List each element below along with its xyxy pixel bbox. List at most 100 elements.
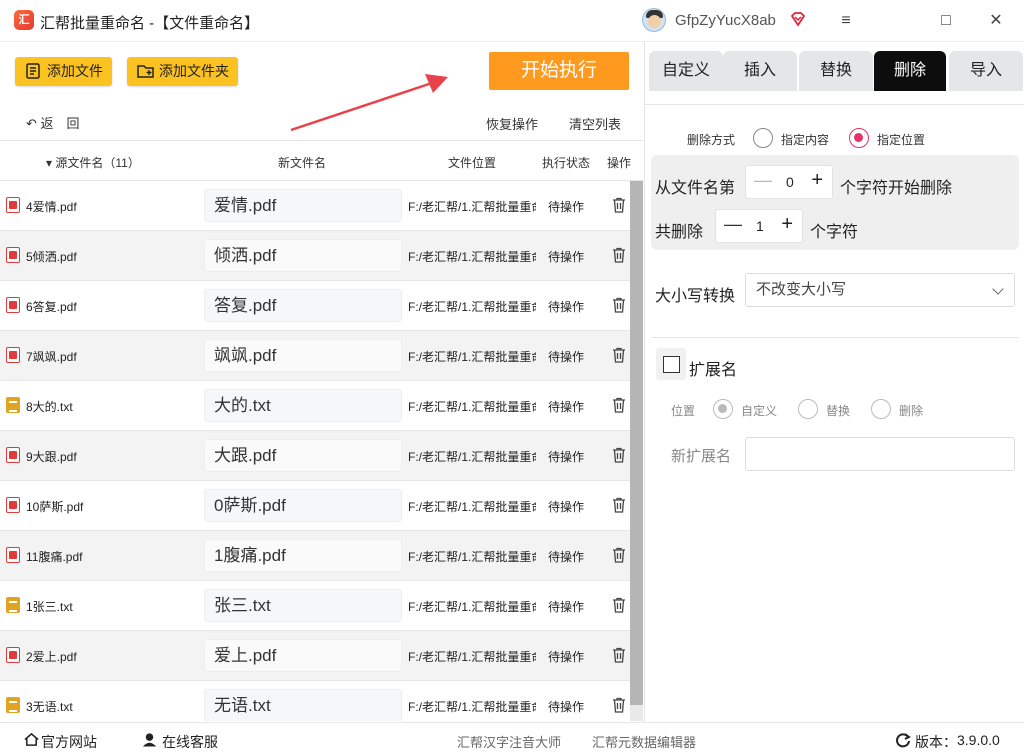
radio-ext-replace-label[interactable]: 替换: [826, 402, 850, 419]
tab-replace[interactable]: 替换: [799, 51, 873, 91]
close-icon[interactable]: ✕: [985, 10, 1007, 32]
add-file-button[interactable]: 添加文件: [15, 57, 112, 86]
table-row[interactable]: 11腹痛.pdf 1腹痛.pdf F:/老汇帮/1.汇帮批量重命 待操作: [0, 531, 630, 581]
new-filename-input[interactable]: 大跟.pdf: [204, 439, 402, 472]
trash-icon[interactable]: [612, 647, 626, 663]
increment-icon[interactable]: +: [811, 169, 823, 192]
new-filename-input[interactable]: 爱上.pdf: [204, 639, 402, 672]
file-location: F:/老汇帮/1.汇帮批量重命: [408, 700, 536, 714]
table-row[interactable]: 2爱上.pdf 爱上.pdf F:/老汇帮/1.汇帮批量重命 待操作: [0, 631, 630, 681]
back-button[interactable]: ↶ 返 回: [26, 113, 80, 132]
increment-icon[interactable]: +: [781, 213, 793, 236]
radio-ext-custom[interactable]: [713, 399, 733, 419]
radio-ext-replace[interactable]: [798, 399, 818, 419]
file-location: F:/老汇帮/1.汇帮批量重命: [408, 250, 536, 264]
tool-metadata-link[interactable]: 汇帮元数据编辑器: [592, 732, 696, 751]
delete-count-value[interactable]: 1: [756, 218, 764, 234]
status-text: 待操作: [548, 650, 585, 664]
delete-count-stepper[interactable]: — 1 +: [715, 209, 803, 243]
new-extension-input[interactable]: [745, 437, 1015, 471]
radio-ext-delete-label[interactable]: 删除: [899, 402, 923, 419]
trash-icon[interactable]: [612, 697, 626, 713]
radio-ext-custom-label[interactable]: 自定义: [741, 402, 777, 419]
status-text: 待操作: [548, 600, 585, 614]
table-row[interactable]: 7飒飒.pdf 飒飒.pdf F:/老汇帮/1.汇帮批量重命 待操作: [0, 331, 630, 381]
radio-content-label[interactable]: 指定内容: [781, 131, 829, 148]
table-row[interactable]: 3无语.txt 无语.txt F:/老汇帮/1.汇帮批量重命 待操作: [0, 681, 630, 721]
pdf-file-icon: [6, 247, 20, 263]
trash-icon[interactable]: [612, 347, 626, 363]
maximize-icon[interactable]: □: [935, 10, 957, 32]
table-row[interactable]: 5倾洒.pdf 倾洒.pdf F:/老汇帮/1.汇帮批量重命 待操作: [0, 231, 630, 281]
header-source[interactable]: ▾ 源文件名（11）: [46, 154, 140, 171]
trash-icon[interactable]: [612, 397, 626, 413]
radio-position-label[interactable]: 指定位置: [877, 131, 925, 148]
table-row[interactable]: 8大的.txt 大的.txt F:/老汇帮/1.汇帮批量重命 待操作: [0, 381, 630, 431]
start-execute-button[interactable]: 开始执行: [489, 52, 629, 90]
case-convert-select[interactable]: 不改变大小写: [745, 273, 1015, 307]
table-row[interactable]: 1张三.txt 张三.txt F:/老汇帮/1.汇帮批量重命 待操作: [0, 581, 630, 631]
tab-import[interactable]: 导入: [949, 51, 1023, 91]
customer-service-icon[interactable]: [142, 731, 157, 747]
chevron-down-icon: [992, 283, 1004, 295]
vip-diamond-icon[interactable]: [790, 11, 806, 27]
menu-icon[interactable]: ≡: [835, 10, 857, 32]
pdf-file-icon: [6, 297, 20, 313]
tab-custom[interactable]: 自定义: [649, 51, 723, 91]
trash-icon[interactable]: [612, 247, 626, 263]
new-filename-input[interactable]: 爱情.pdf: [204, 189, 402, 222]
tab-delete[interactable]: 删除: [874, 51, 946, 91]
table-row[interactable]: 10萨斯.pdf 0萨斯.pdf F:/老汇帮/1.汇帮批量重命 待操作: [0, 481, 630, 531]
trash-icon[interactable]: [612, 597, 626, 613]
new-filename-input[interactable]: 无语.txt: [204, 689, 402, 721]
add-folder-button[interactable]: 添加文件夹: [127, 57, 238, 86]
new-filename-input[interactable]: 张三.txt: [204, 589, 402, 622]
decrement-icon[interactable]: —: [724, 214, 742, 235]
refresh-icon[interactable]: [895, 732, 911, 748]
source-filename: 10萨斯.pdf: [26, 500, 84, 514]
trash-icon[interactable]: [612, 497, 626, 513]
table-row[interactable]: 4爱情.pdf 爱情.pdf F:/老汇帮/1.汇帮批量重命 待操作: [0, 181, 630, 231]
extension-checkbox[interactable]: [663, 356, 680, 373]
window-title: 汇帮批量重命名 -【文件重命名】: [40, 15, 260, 32]
new-filename-input[interactable]: 0萨斯.pdf: [204, 489, 402, 522]
new-filename-input[interactable]: 飒飒.pdf: [204, 339, 402, 372]
header-action: 操作: [607, 156, 632, 170]
header-new-name: 新文件名: [278, 156, 327, 170]
trash-icon[interactable]: [612, 547, 626, 563]
trash-icon[interactable]: [612, 197, 626, 213]
tab-insert[interactable]: 插入: [723, 51, 797, 91]
trash-icon[interactable]: [612, 447, 626, 463]
new-filename-input[interactable]: 答复.pdf: [204, 289, 402, 322]
radio-specified-content[interactable]: [753, 128, 773, 148]
radio-ext-delete[interactable]: [871, 399, 891, 419]
user-avatar[interactable]: [642, 8, 666, 32]
source-filename: 11腹痛.pdf: [26, 550, 83, 564]
trash-icon[interactable]: [612, 297, 626, 313]
table-row[interactable]: 6答复.pdf 答复.pdf F:/老汇帮/1.汇帮批量重命 待操作: [0, 281, 630, 331]
start-position-value[interactable]: 0: [786, 174, 794, 190]
tool-pinyin-link[interactable]: 汇帮汉字注音大师: [457, 732, 561, 751]
restore-button[interactable]: 恢复操作: [486, 114, 538, 133]
scrollbar-thumb[interactable]: [630, 181, 643, 705]
radio-specified-position[interactable]: [849, 128, 869, 148]
table-row[interactable]: 9大跟.pdf 大跟.pdf F:/老汇帮/1.汇帮批量重命 待操作: [0, 431, 630, 481]
extension-checkbox-wrap[interactable]: [656, 348, 686, 380]
source-filename: 7飒飒.pdf: [26, 350, 77, 364]
decrement-icon[interactable]: —: [754, 170, 772, 191]
status-text: 待操作: [548, 450, 585, 464]
home-icon[interactable]: [24, 732, 39, 747]
status-bar: 官方网站 在线客服 汇帮汉字注音大师 汇帮元数据编辑器 版本： 3.9.0.0: [0, 722, 1024, 755]
start-position-stepper[interactable]: — 0 +: [745, 165, 833, 199]
new-filename-input[interactable]: 大的.txt: [204, 389, 402, 422]
clear-list-button[interactable]: 清空列表: [569, 114, 621, 133]
new-filename-input[interactable]: 倾洒.pdf: [204, 239, 402, 272]
list-actions: ↶ 返 回 恢复操作 清空列表: [0, 105, 643, 139]
status-text: 待操作: [548, 300, 585, 314]
extension-label[interactable]: 扩展名: [689, 356, 737, 380]
official-website-link[interactable]: 官方网站: [41, 732, 97, 752]
username[interactable]: GfpZyYucX8ab: [675, 12, 776, 29]
online-service-link[interactable]: 在线客服: [162, 732, 218, 752]
new-filename-input[interactable]: 1腹痛.pdf: [204, 539, 402, 572]
file-location: F:/老汇帮/1.汇帮批量重命: [408, 450, 536, 464]
